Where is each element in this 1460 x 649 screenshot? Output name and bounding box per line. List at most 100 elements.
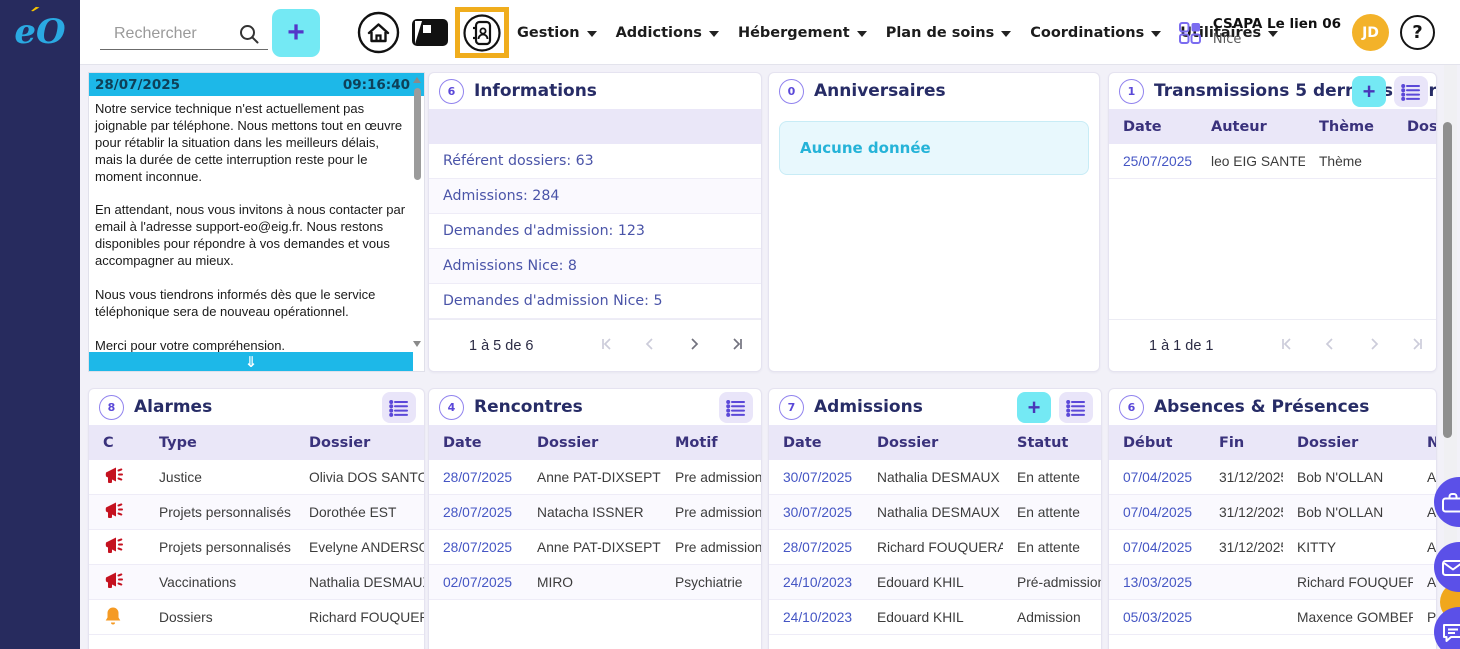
transmissions-table: 25/07/2025leo EIG SANTEThème [1109, 144, 1436, 179]
home-icon[interactable] [357, 11, 400, 54]
table-header: DateAuteurThèmeDossier [1109, 109, 1436, 144]
table-row[interactable]: 05/03/2025Maxence GOMBERTP [1109, 600, 1436, 635]
table-row[interactable]: 30/07/2025Nathalia DESMAUXEn attente [769, 460, 1101, 495]
table-row[interactable]: 28/07/2025Natacha ISSNERPre admission [429, 495, 761, 530]
cell: 31/12/2025 [1205, 540, 1283, 555]
chat-fab-button[interactable] [1434, 607, 1460, 649]
eo-logo[interactable]: ´eO [0, 0, 80, 64]
prev-page-icon[interactable] [643, 336, 657, 355]
column-header: Motif [661, 435, 761, 451]
column-header: N [1413, 435, 1436, 451]
search-icon[interactable] [238, 23, 260, 45]
menu-item-addictions[interactable]: Addictions [616, 25, 719, 41]
logo-accent: ´ [22, 3, 39, 35]
agenda-fab-button[interactable] [1434, 477, 1460, 527]
date-link[interactable]: 07/04/2025 [1109, 505, 1205, 520]
cell: Edouard KHIL [863, 610, 1003, 625]
list-view-button[interactable] [1059, 392, 1093, 423]
list-icon [726, 399, 746, 417]
cell: A [1413, 505, 1436, 520]
date-link[interactable]: 30/07/2025 [769, 505, 863, 520]
next-page-icon[interactable] [687, 336, 701, 355]
announcement-scrollbar[interactable] [412, 73, 423, 371]
table-row[interactable]: 24/10/2023Edouard KHILPré-admission [769, 565, 1101, 600]
cell: leo EIG SANTE [1197, 154, 1305, 169]
card-view-icon[interactable] [411, 18, 449, 47]
org-switcher-icon[interactable] [1178, 21, 1202, 45]
menu-item-gestion[interactable]: Gestion [517, 25, 597, 41]
first-page-icon[interactable] [1279, 336, 1293, 355]
date-link[interactable]: 05/03/2025 [1109, 610, 1205, 625]
widget-title: Informations [474, 81, 597, 101]
list-view-button[interactable] [1394, 76, 1428, 107]
date-link[interactable]: 28/07/2025 [429, 470, 523, 485]
date-link[interactable]: 25/07/2025 [1109, 154, 1197, 169]
global-add-button[interactable]: + [272, 9, 320, 57]
menu-item-coordinations[interactable]: Coordinations [1030, 25, 1161, 41]
table-row[interactable]: 28/07/2025Anne PAT-DIXSEPTPre admission [429, 530, 761, 565]
table-row[interactable]: Projets personnalisésDorothée EST [89, 495, 424, 530]
list-view-button[interactable] [382, 392, 416, 423]
scroll-up-icon[interactable] [413, 77, 421, 83]
date-link[interactable]: 30/07/2025 [769, 470, 863, 485]
next-page-icon[interactable] [1367, 336, 1381, 355]
first-page-icon[interactable] [599, 336, 613, 355]
last-page-icon[interactable] [731, 336, 745, 355]
prev-page-icon[interactable] [1323, 336, 1337, 355]
search-input[interactable] [100, 25, 238, 43]
list-item[interactable]: Référent dossiers: 63 [429, 144, 761, 179]
cell: MIRO [523, 575, 661, 590]
table-row[interactable]: 13/03/2025Richard FOUQUERAYA [1109, 565, 1436, 600]
date-link[interactable]: 13/03/2025 [1109, 575, 1205, 590]
announcement-scroll-thumb[interactable] [414, 88, 421, 180]
widget-rencontres: 4 Rencontres DateDossierMotif 28/07/2025… [428, 388, 762, 649]
list-item[interactable]: Demandes d'admission Nice: 5 [429, 284, 761, 319]
table-row[interactable]: DossiersRichard FOUQUERAY [89, 600, 424, 635]
list-item[interactable]: Admissions: 284 [429, 179, 761, 214]
widget-informations: 6 Informations Référent dossiers: 63Admi… [428, 72, 762, 372]
table-row[interactable]: 07/04/202531/12/2025Bob N'OLLANA [1109, 460, 1436, 495]
table-row[interactable]: 07/04/202531/12/2025KITTYA [1109, 530, 1436, 565]
list-view-button[interactable] [719, 392, 753, 423]
date-link[interactable]: 28/07/2025 [429, 505, 523, 520]
widget-count-badge: 4 [439, 395, 464, 420]
date-link[interactable]: 28/07/2025 [429, 540, 523, 555]
date-link[interactable]: 02/07/2025 [429, 575, 523, 590]
page-scroll-thumb[interactable] [1443, 122, 1452, 438]
table-row[interactable]: JusticeOlivia DOS SANTOS [89, 460, 424, 495]
table-row[interactable]: 02/07/2025MIROPsychiatrie [429, 565, 761, 600]
cell: Evelyne ANDERSON [295, 540, 424, 555]
cell: P [1413, 610, 1436, 625]
user-avatar[interactable]: JD [1352, 14, 1389, 51]
list-item[interactable]: Demandes d'admission: 123 [429, 214, 761, 249]
add-transmission-button[interactable]: + [1352, 76, 1386, 107]
menu-item-hébergement[interactable]: Hébergement [738, 25, 867, 41]
menu-item-plan-de-soins[interactable]: Plan de soins [886, 25, 1012, 41]
date-link[interactable]: 24/10/2023 [769, 575, 863, 590]
table-row[interactable]: Projets personnalisésEvelyne ANDERSON [89, 530, 424, 565]
directory-highlight-box[interactable] [455, 7, 509, 58]
mail-fab-button[interactable] [1434, 542, 1460, 592]
widget-count-badge: 8 [99, 395, 124, 420]
menu-label: Hébergement [738, 25, 850, 41]
table-row[interactable]: 28/07/2025Richard FOUQUERAYEn attente [769, 530, 1101, 565]
add-admission-button[interactable]: + [1017, 392, 1051, 423]
announcement-scroll-down-bar[interactable]: ⇓ [89, 352, 413, 371]
table-row[interactable]: 24/10/2023Edouard KHILAdmission [769, 600, 1101, 635]
date-link[interactable]: 24/10/2023 [769, 610, 863, 625]
scroll-down-icon[interactable] [413, 341, 421, 347]
date-link[interactable]: 28/07/2025 [769, 540, 863, 555]
list-item[interactable]: Admissions Nice: 8 [429, 249, 761, 284]
current-org[interactable]: CSAPA Le lien 06 Nice [1213, 17, 1341, 47]
table-row[interactable]: 28/07/2025Anne PAT-DIXSEPTPre admission [429, 460, 761, 495]
table-row[interactable]: 30/07/2025Nathalia DESMAUXEn attente [769, 495, 1101, 530]
last-page-icon[interactable] [1411, 336, 1425, 355]
table-row[interactable]: 25/07/2025leo EIG SANTEThème [1109, 144, 1436, 179]
table-row[interactable]: VaccinationsNathalia DESMAUX [89, 565, 424, 600]
date-link[interactable]: 07/04/2025 [1109, 470, 1205, 485]
date-link[interactable]: 07/04/2025 [1109, 540, 1205, 555]
help-button[interactable]: ? [1400, 15, 1435, 50]
column-header: Début [1109, 435, 1205, 451]
table-row[interactable]: 07/04/202531/12/2025Bob N'OLLANA [1109, 495, 1436, 530]
cell: A [1413, 540, 1436, 555]
